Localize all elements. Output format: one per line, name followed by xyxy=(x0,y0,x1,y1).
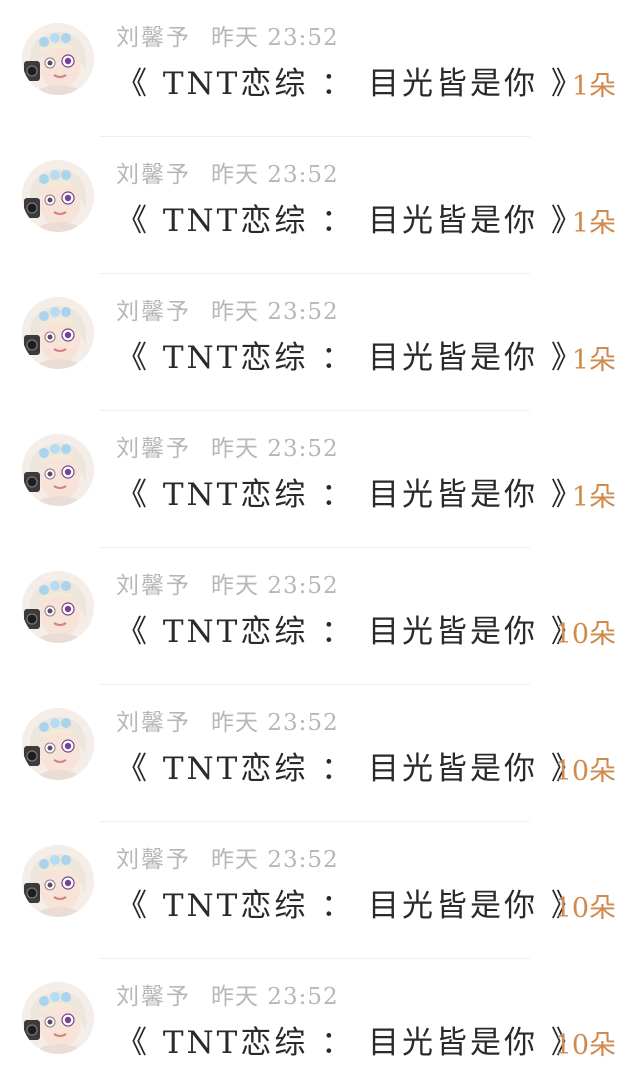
item-meta: 刘馨予 昨天 23:52 xyxy=(116,840,339,873)
user-name[interactable]: 刘馨予 xyxy=(116,299,191,325)
timestamp: 昨天 23:52 xyxy=(211,847,339,873)
message-text: 《 TNT恋综 ： 目光皆是你 》 xyxy=(116,614,585,650)
user-name[interactable]: 刘馨予 xyxy=(116,710,191,736)
message-text: 《 TNT恋综 ： 目光皆是你 》 xyxy=(116,888,585,924)
gift-count: 10朵 xyxy=(554,756,616,787)
user-name[interactable]: 刘馨予 xyxy=(116,25,191,51)
timestamp: 昨天 23:52 xyxy=(211,25,339,51)
avatar[interactable] xyxy=(22,160,94,232)
message-text: 《 TNT恋综 ： 目光皆是你 》 xyxy=(116,203,585,239)
user-name[interactable]: 刘馨予 xyxy=(116,984,191,1010)
list-item[interactable]: 刘馨予 昨天 23:52 《 TNT恋综 ： 目光皆是你 》 1朵 xyxy=(0,0,640,137)
timestamp: 昨天 23:52 xyxy=(211,162,339,188)
timestamp: 昨天 23:52 xyxy=(211,436,339,462)
gift-count: 10朵 xyxy=(554,619,616,650)
user-name[interactable]: 刘馨予 xyxy=(116,436,191,462)
avatar[interactable] xyxy=(22,571,94,643)
item-meta: 刘馨予 昨天 23:52 xyxy=(116,977,339,1010)
gift-count: 10朵 xyxy=(554,893,616,924)
list-item[interactable]: 刘馨予 昨天 23:52 《 TNT恋综 ： 目光皆是你 》 1朵 xyxy=(0,411,640,548)
gift-count: 1朵 xyxy=(571,208,616,239)
avatar[interactable] xyxy=(22,297,94,369)
gift-record-list: 刘馨予 昨天 23:52 《 TNT恋综 ： 目光皆是你 》 1朵 刘馨予 昨天 2… xyxy=(0,0,640,1089)
avatar[interactable] xyxy=(22,434,94,506)
list-item[interactable]: 刘馨予 昨天 23:52 《 TNT恋综 ： 目光皆是你 》 1朵 xyxy=(0,137,640,274)
timestamp: 昨天 23:52 xyxy=(211,710,339,736)
message-text: 《 TNT恋综 ： 目光皆是你 》 xyxy=(116,1025,585,1061)
item-meta: 刘馨予 昨天 23:52 xyxy=(116,18,339,51)
message-text: 《 TNT恋综 ： 目光皆是你 》 xyxy=(116,66,585,102)
list-item[interactable]: 刘馨予 昨天 23:52 《 TNT恋综 ： 目光皆是你 》 10朵 xyxy=(0,959,640,1089)
list-item[interactable]: 刘馨予 昨天 23:52 《 TNT恋综 ： 目光皆是你 》 10朵 xyxy=(0,685,640,822)
timestamp: 昨天 23:52 xyxy=(211,573,339,599)
message-text: 《 TNT恋综 ： 目光皆是你 》 xyxy=(116,751,585,787)
item-meta: 刘馨予 昨天 23:52 xyxy=(116,566,339,599)
user-name[interactable]: 刘馨予 xyxy=(116,162,191,188)
timestamp: 昨天 23:52 xyxy=(211,299,339,325)
gift-count: 10朵 xyxy=(554,1030,616,1061)
item-meta: 刘馨予 昨天 23:52 xyxy=(116,703,339,736)
message-text: 《 TNT恋综 ： 目光皆是你 》 xyxy=(116,340,585,376)
avatar[interactable] xyxy=(22,845,94,917)
gift-count: 1朵 xyxy=(571,345,616,376)
gift-count: 1朵 xyxy=(571,71,616,102)
list-item[interactable]: 刘馨予 昨天 23:52 《 TNT恋综 ： 目光皆是你 》 1朵 xyxy=(0,274,640,411)
list-item[interactable]: 刘馨予 昨天 23:52 《 TNT恋综 ： 目光皆是你 》 10朵 xyxy=(0,548,640,685)
item-meta: 刘馨予 昨天 23:52 xyxy=(116,155,339,188)
avatar[interactable] xyxy=(22,708,94,780)
timestamp: 昨天 23:52 xyxy=(211,984,339,1010)
user-name[interactable]: 刘馨予 xyxy=(116,573,191,599)
gift-count: 1朵 xyxy=(571,482,616,513)
list-item[interactable]: 刘馨予 昨天 23:52 《 TNT恋综 ： 目光皆是你 》 10朵 xyxy=(0,822,640,959)
item-meta: 刘馨予 昨天 23:52 xyxy=(116,429,339,462)
avatar[interactable] xyxy=(22,982,94,1054)
message-text: 《 TNT恋综 ： 目光皆是你 》 xyxy=(116,477,585,513)
item-meta: 刘馨予 昨天 23:52 xyxy=(116,292,339,325)
user-name[interactable]: 刘馨予 xyxy=(116,847,191,873)
avatar[interactable] xyxy=(22,23,94,95)
